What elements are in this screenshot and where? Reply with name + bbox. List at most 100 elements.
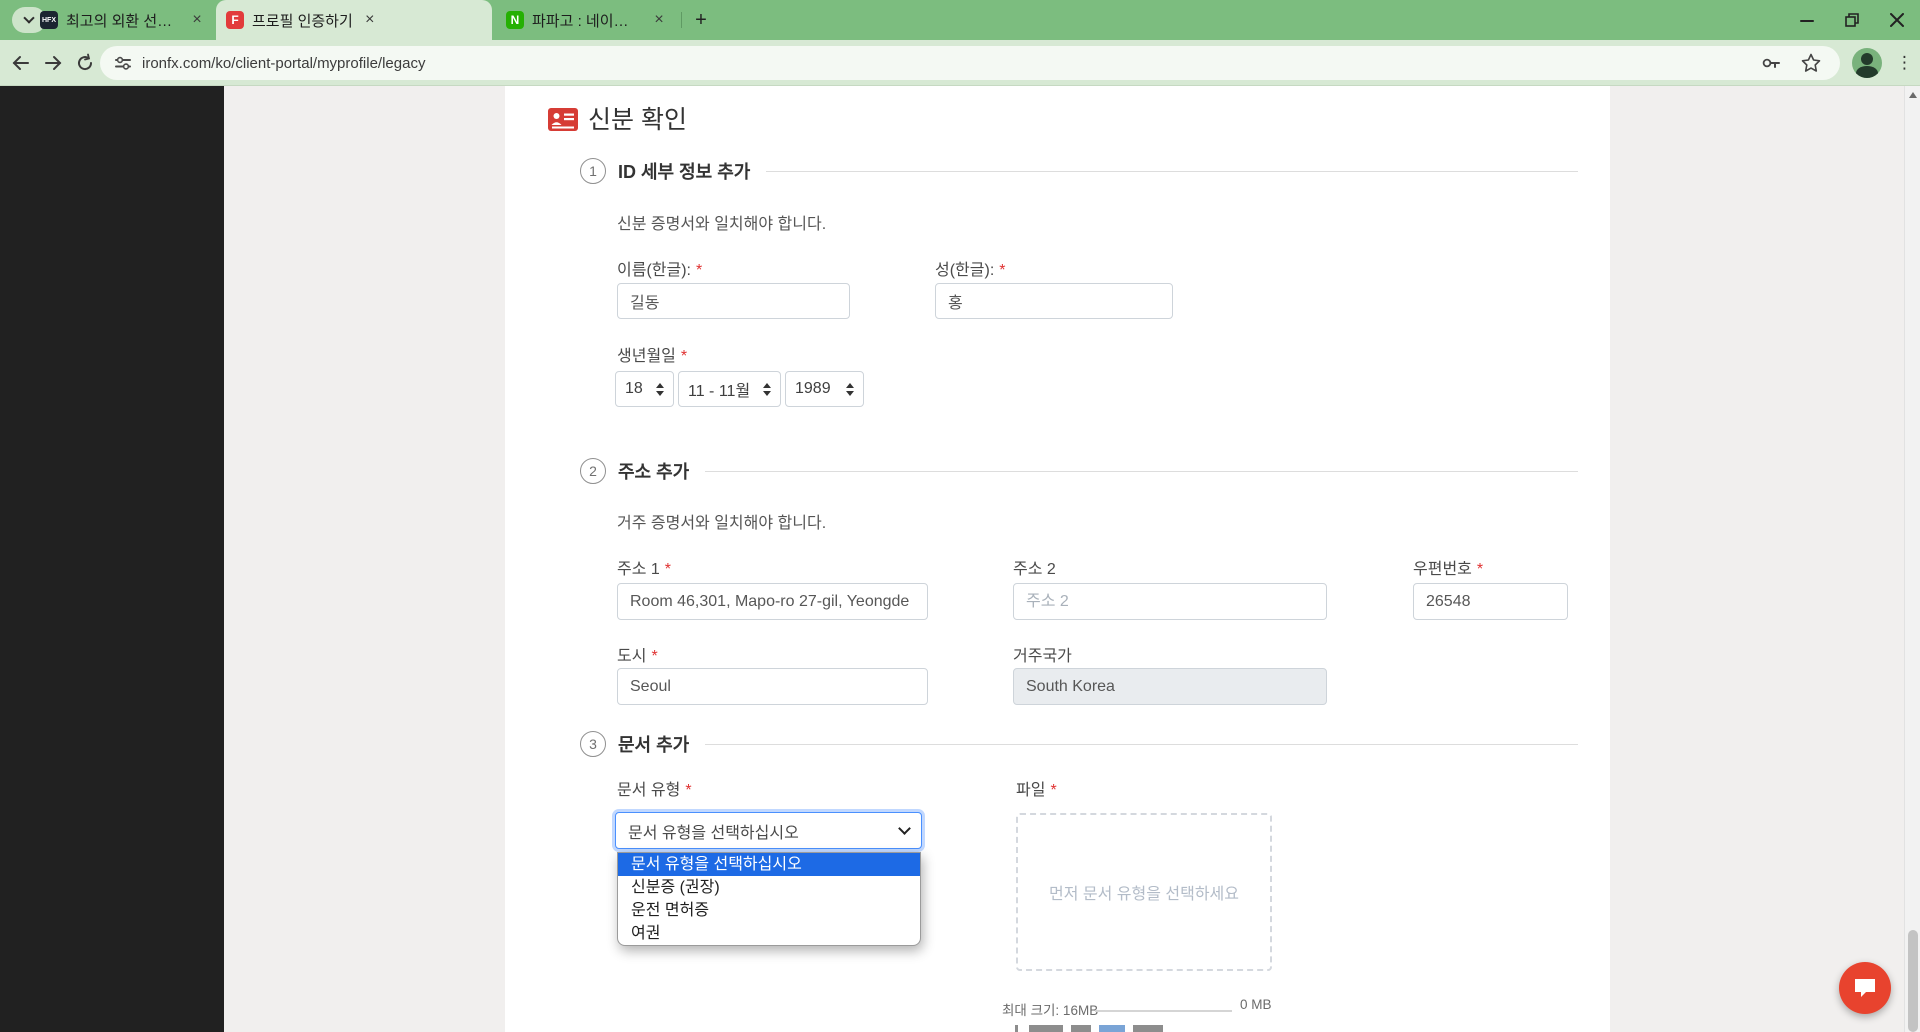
vertical-scrollbar[interactable]	[1904, 86, 1920, 1032]
browser-toolbar: ironfx.com/ko/client-portal/myprofile/le…	[0, 40, 1920, 86]
selected-value: 11 - 11월	[688, 383, 751, 400]
birth-year-select[interactable]: 1989	[785, 371, 864, 407]
tab-favicon: N	[506, 11, 524, 29]
first-name-input[interactable]	[617, 283, 850, 319]
chevron-down-icon	[898, 822, 911, 835]
label-text: 도시	[617, 648, 647, 665]
site-settings-icon	[115, 56, 131, 70]
selected-value: 문서 유형을 선택하십시오	[628, 824, 799, 842]
livechat-button[interactable]	[1839, 962, 1891, 1014]
dropdown-option-drivers-license[interactable]: 운전 면허증	[618, 899, 920, 922]
step1-number-badge: 1	[580, 158, 606, 184]
required-mark: *	[1476, 561, 1484, 578]
scrollbar-up-icon[interactable]	[1909, 92, 1917, 98]
label-text: 생년월일	[617, 348, 676, 365]
tab-favicon: F	[226, 11, 244, 29]
avatar-person-body	[1856, 66, 1878, 78]
minimize-icon	[1800, 20, 1814, 22]
divider	[705, 743, 1578, 745]
url-text[interactable]: ironfx.com/ko/client-portal/myprofile/le…	[142, 55, 1760, 72]
birthdate-label: 생년월일 *	[617, 342, 687, 366]
required-mark: *	[685, 782, 692, 799]
last-name-input[interactable]	[935, 283, 1173, 319]
label-text: 주소 1	[617, 561, 660, 578]
reload-button[interactable]	[74, 52, 96, 74]
max-size-text: 최대 크기: 16MB	[1002, 1003, 1099, 1018]
bookmark-star-icon[interactable]	[1800, 52, 1822, 74]
select-spinner-icon	[763, 382, 771, 396]
birth-day-select[interactable]: 18	[615, 371, 674, 407]
step3-header: 3 문서 추가	[580, 731, 1578, 757]
select-spinner-icon	[656, 382, 664, 396]
country-input	[1013, 668, 1327, 705]
step2-title: 주소 추가	[618, 462, 690, 482]
page-title: 신분 확인	[588, 106, 687, 134]
postal-code-input[interactable]	[1413, 583, 1568, 620]
city-input[interactable]	[617, 668, 928, 705]
step1-description: 신분 증명서와 일치해야 합니다.	[617, 216, 827, 233]
address2-input[interactable]	[1013, 583, 1327, 620]
document-type-select[interactable]: 문서 유형을 선택하십시오	[615, 812, 922, 849]
back-button[interactable]	[10, 52, 32, 74]
close-window-button[interactable]	[1888, 11, 1906, 29]
minimize-button[interactable]	[1798, 11, 1816, 29]
label-text: 문서 유형	[617, 782, 681, 799]
label-text: 우편번호	[1413, 561, 1472, 578]
close-icon[interactable]: ×	[188, 11, 206, 29]
browser-menu-icon[interactable]: ⋮	[1896, 52, 1913, 74]
tab-forex-broker[interactable]: HFX 최고의 외환 선물거래 브로커 ×	[30, 0, 216, 40]
new-tab-button[interactable]: +	[688, 8, 714, 34]
label-text: 이름(한글):	[617, 262, 691, 279]
step3-title: 문서 추가	[618, 735, 690, 755]
country-label: 거주국가	[1013, 642, 1072, 666]
password-key-icon[interactable]	[1760, 52, 1782, 74]
tab-title: 최고의 외환 선물거래 브로커	[66, 12, 180, 30]
dropdown-option-id-card[interactable]: 신분증 (권장)	[618, 876, 920, 899]
page-content: 신분 확인 1 ID 세부 정보 추가 신분 증명서와 일치해야 합니다. 이름…	[0, 86, 1920, 1032]
step1-title: ID 세부 정보 추가	[618, 162, 751, 182]
back-icon	[12, 56, 29, 70]
label-text: 거주국가	[1013, 648, 1072, 665]
file-label: 파일 *	[1016, 776, 1057, 800]
birth-month-select[interactable]: 11 - 11월	[678, 371, 781, 407]
tab-title: 파파고 : 네이버 통합검색	[532, 12, 642, 30]
id-card-icon	[548, 108, 578, 131]
required-mark: *	[695, 262, 703, 279]
profile-avatar[interactable]	[1852, 48, 1882, 78]
forward-icon	[45, 56, 62, 70]
forward-button[interactable]	[42, 52, 64, 74]
upload-progress-bar	[1095, 1010, 1232, 1012]
tab-separator	[681, 12, 682, 28]
restore-button[interactable]	[1843, 11, 1861, 29]
close-icon[interactable]: ×	[361, 11, 379, 29]
upload-progress-value: 0 MB	[1240, 997, 1272, 1012]
address-bar[interactable]: ironfx.com/ko/client-portal/myprofile/le…	[100, 46, 1840, 80]
label-text: 성(한글):	[935, 262, 995, 279]
city-label: 도시 *	[617, 642, 658, 666]
step2-header: 2 주소 추가	[580, 458, 1578, 484]
step2-number-badge: 2	[580, 458, 606, 484]
selected-value: 1989	[795, 380, 831, 397]
scrollbar-thumb[interactable]	[1908, 930, 1918, 1032]
tab-favicon: HFX	[40, 11, 58, 29]
required-mark: *	[680, 348, 688, 365]
first-name-label: 이름(한글): *	[617, 256, 702, 280]
divider	[766, 170, 1578, 172]
address1-label: 주소 1 *	[617, 555, 671, 579]
tab-profile-verification[interactable]: F 프로필 인증하기 ×	[216, 0, 492, 40]
clipped-text-sliver	[1015, 1025, 1295, 1032]
file-dropzone[interactable]: 먼저 문서 유형을 선택하세요	[1016, 813, 1272, 971]
address1-input[interactable]	[617, 583, 928, 620]
document-type-label: 문서 유형 *	[617, 776, 692, 800]
divider	[705, 470, 1578, 472]
left-dark-panel	[0, 86, 224, 1032]
dropdown-option-placeholder[interactable]: 문서 유형을 선택하십시오	[618, 853, 920, 876]
last-name-label: 성(한글): *	[935, 256, 1006, 280]
avatar-person-icon	[1861, 53, 1873, 65]
chat-bubble-icon	[1855, 979, 1875, 997]
dropdown-option-passport[interactable]: 여권	[618, 922, 920, 945]
tab-title: 프로필 인증하기	[252, 12, 353, 30]
close-icon[interactable]: ×	[650, 11, 668, 29]
label-text: 주소 2	[1013, 561, 1056, 578]
tab-papago[interactable]: N 파파고 : 네이버 통합검색 ×	[496, 0, 678, 40]
